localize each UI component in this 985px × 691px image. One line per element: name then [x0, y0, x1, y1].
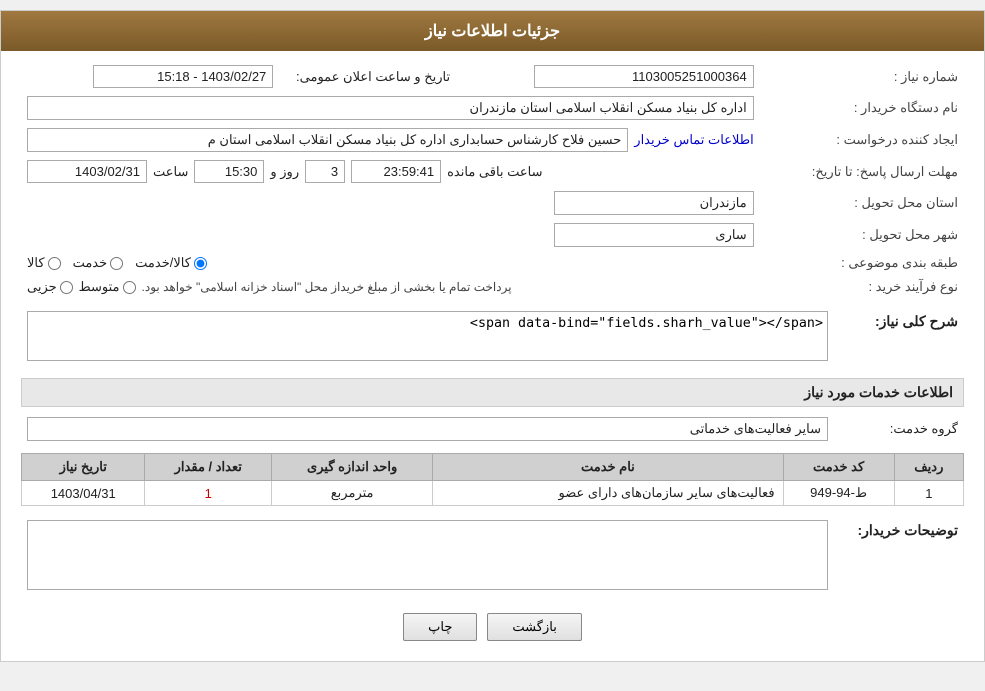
- towzihat-label: توضیحات خریدار:: [857, 522, 958, 538]
- towzihat-table: توضیحات خریدار:: [21, 516, 964, 597]
- mohlat-roz-label: روز و: [270, 164, 299, 180]
- col-kod-khedmat: کد خدمت: [783, 454, 894, 481]
- sharh-table: شرح کلی نیاز: <span data-bind="fields.sh…: [21, 307, 964, 368]
- cell-vahed: مترمربع: [272, 481, 433, 506]
- ostan-tahvil-value: مازندران: [554, 191, 754, 215]
- nam-dastgah-value: اداره کل بنیاد مسکن انقلاب اسلامی استان …: [27, 96, 754, 120]
- farayand-note: پرداخت تمام یا بخشی از مبلغ خریداز محل "…: [142, 280, 512, 294]
- ettelaat-tamas-link[interactable]: اطلاعات تماس خریدار: [634, 132, 753, 148]
- cell-kod-khedmat: ط-94-949: [783, 481, 894, 506]
- mohlat-mande-label: ساعت باقی مانده: [447, 164, 542, 180]
- tabaqe-kalaKhedmat-item[interactable]: کالا/خدمت: [135, 255, 207, 271]
- farayand-jozvi-radio[interactable]: [60, 281, 73, 294]
- sharh-label: شرح کلی نیاز:: [875, 313, 958, 329]
- mohlat-saat-label: ساعت: [153, 164, 188, 180]
- tabaqe-kalakhedmat-label: کالا/خدمت: [135, 255, 191, 271]
- col-radif: ردیف: [894, 454, 963, 481]
- tabaqe-khedmat-radio[interactable]: [110, 257, 123, 270]
- shomare-niaz-value: 1103005251000364: [534, 65, 754, 88]
- cell-nam-khedmat: فعالیت‌های سایر سازمان‌های دارای عضو: [433, 481, 783, 506]
- cell-tedad: 1: [145, 481, 272, 506]
- tabaqe-kalakhedmat-radio[interactable]: [194, 257, 207, 270]
- groh-khedmat-value: سایر فعالیت‌های خدماتی: [27, 417, 828, 441]
- khadamat-section-header: اطلاعات خدمات مورد نیاز: [21, 378, 964, 407]
- cell-radif: 1: [894, 481, 963, 506]
- noe-farayand-label: نوع فرآیند خرید :: [760, 275, 964, 299]
- main-info-table: شماره نیاز : 1103005251000364 تاریخ و سا…: [21, 61, 964, 299]
- ijad-konande-value: حسین فلاح کارشناس حسابداری اداره کل بنیا…: [27, 128, 628, 152]
- ijad-konande-label: ایجاد کننده درخواست :: [760, 124, 964, 156]
- cell-tarikh: 1403/04/31: [22, 481, 145, 506]
- farayand-motevaset-radio[interactable]: [123, 281, 136, 294]
- shomare-niaz-label: شماره نیاز :: [760, 61, 964, 92]
- farayand-jozvi-label: جزیی: [27, 279, 57, 295]
- sharh-textarea[interactable]: <span data-bind="fields.sharh_value"></s…: [27, 311, 828, 361]
- back-button[interactable]: بازگشت: [487, 613, 581, 641]
- col-tedad: تعداد / مقدار: [145, 454, 272, 481]
- tarikh-label: تاریخ و ساعت اعلان عمومی:: [296, 69, 450, 84]
- tabaqe-kala-label: کالا: [27, 255, 45, 271]
- mohlat-mande: 23:59:41: [351, 160, 441, 183]
- tarikh-value: 1403/02/27 - 15:18: [93, 65, 273, 88]
- col-tarikh: تاریخ نیاز: [22, 454, 145, 481]
- farayand-motevaset-item[interactable]: متوسط: [79, 279, 136, 295]
- tabaqe-khedmat-item[interactable]: خدمت: [73, 255, 124, 271]
- nam-dastgah-label: نام دستگاه خریدار :: [760, 92, 964, 124]
- farayand-motevaset-label: متوسط: [79, 279, 120, 295]
- groh-khedmat-label: گروه خدمت:: [890, 421, 958, 436]
- shahr-tahvil-label: شهر محل تحویل :: [760, 219, 964, 251]
- tabaqe-khedmat-label: خدمت: [73, 255, 108, 271]
- mohlat-saat-value: 15:30: [194, 160, 264, 183]
- tabaqe-radio-group: کالا خدمت کالا/خدمت: [27, 255, 754, 271]
- ostan-tahvil-label: استان محل تحویل :: [760, 187, 964, 219]
- tabaqe-kala-item[interactable]: کالا: [27, 255, 61, 271]
- mohlat-ersal-label: مهلت ارسال پاسخ: تا تاریخ:: [760, 156, 964, 187]
- table-row: 1 ط-94-949 فعالیت‌های سایر سازمان‌های دا…: [22, 481, 964, 506]
- farayand-jozvi-item[interactable]: جزیی: [27, 279, 73, 295]
- mohlat-roz-value: 3: [305, 160, 345, 183]
- tabaqe-bandi-label: طبقه بندی موضوعی :: [760, 251, 964, 275]
- bottom-buttons: بازگشت چاپ: [21, 613, 964, 641]
- shahr-tahvil-value: ساری: [554, 223, 754, 247]
- page-title: جزئیات اطلاعات نیاز: [425, 23, 560, 40]
- col-vahed: واحد اندازه گیری: [272, 454, 433, 481]
- towzihat-textarea[interactable]: [27, 520, 828, 590]
- page-header: جزئیات اطلاعات نیاز: [1, 11, 984, 51]
- services-table: ردیف کد خدمت نام خدمت واحد اندازه گیری ت…: [21, 453, 964, 506]
- mohlat-date: 1403/02/31: [27, 160, 147, 183]
- tabaqe-kala-radio[interactable]: [48, 257, 61, 270]
- print-button[interactable]: چاپ: [403, 613, 477, 641]
- groh-table: گروه خدمت: سایر فعالیت‌های خدماتی: [21, 413, 964, 445]
- col-nam-khedmat: نام خدمت: [433, 454, 783, 481]
